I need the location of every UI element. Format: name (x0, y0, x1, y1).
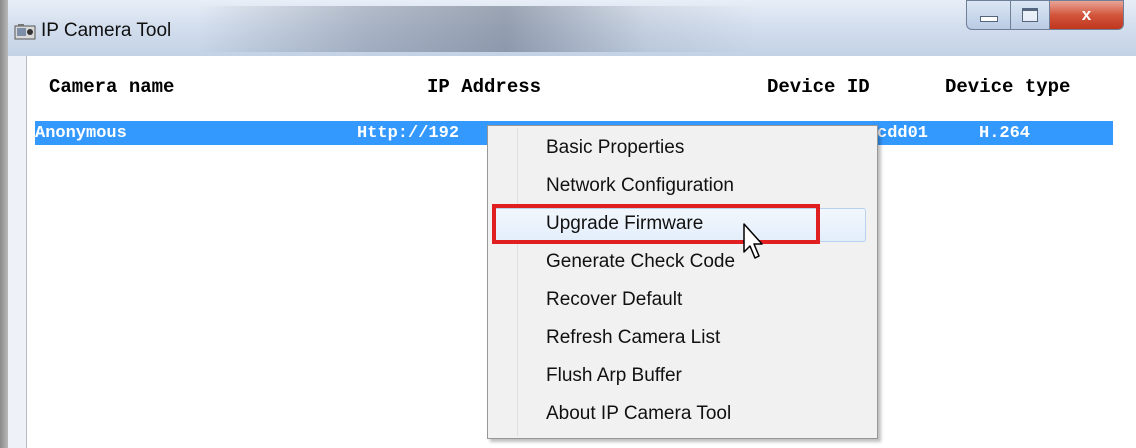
desktop-edge (0, 0, 8, 448)
window-controls: x (966, 0, 1124, 30)
annotation-highlight-box (492, 204, 820, 244)
menu-item-generate-check-code[interactable]: Generate Check Code (546, 244, 735, 280)
camera-list-header: Camera name IP Address Device ID Device … (27, 56, 1136, 120)
column-header-device-id[interactable]: Device ID (767, 76, 870, 98)
title-bar[interactable]: IP Camera Tool x (8, 0, 1136, 56)
camera-app-icon (14, 24, 36, 40)
minimize-button[interactable] (966, 0, 1010, 30)
column-header-device-type[interactable]: Device type (945, 76, 1070, 98)
maximize-icon (1022, 8, 1038, 22)
column-header-ip-address[interactable]: IP Address (427, 76, 541, 98)
mouse-cursor-icon (743, 223, 763, 259)
menu-item-network-configuration[interactable]: Network Configuration (546, 168, 734, 204)
column-header-camera-name[interactable]: Camera name (49, 76, 174, 98)
close-icon: x (1081, 5, 1092, 24)
context-menu: Basic Properties Network Configuration U… (487, 125, 878, 439)
maximize-button[interactable] (1010, 0, 1050, 30)
title-bar-blur (198, 6, 758, 52)
menu-item-flush-arp-buffer[interactable]: Flush Arp Buffer (546, 358, 682, 394)
minimize-icon (979, 16, 998, 22)
cell-device-type: H.264 (979, 124, 1031, 143)
menu-item-about-ip-camera-tool[interactable]: About IP Camera Tool (546, 396, 731, 432)
menu-item-basic-properties[interactable]: Basic Properties (546, 130, 684, 166)
menu-gutter (517, 128, 518, 436)
menu-item-recover-default[interactable]: Recover Default (546, 282, 682, 318)
cell-camera-name: Anonymous (35, 124, 127, 143)
cell-ip-address: Http://192 (357, 124, 460, 143)
close-button[interactable]: x (1050, 0, 1124, 30)
cell-device-id: cdd01 (877, 124, 929, 143)
menu-item-refresh-camera-list[interactable]: Refresh Camera List (546, 320, 720, 356)
window-title: IP Camera Tool (41, 20, 172, 41)
